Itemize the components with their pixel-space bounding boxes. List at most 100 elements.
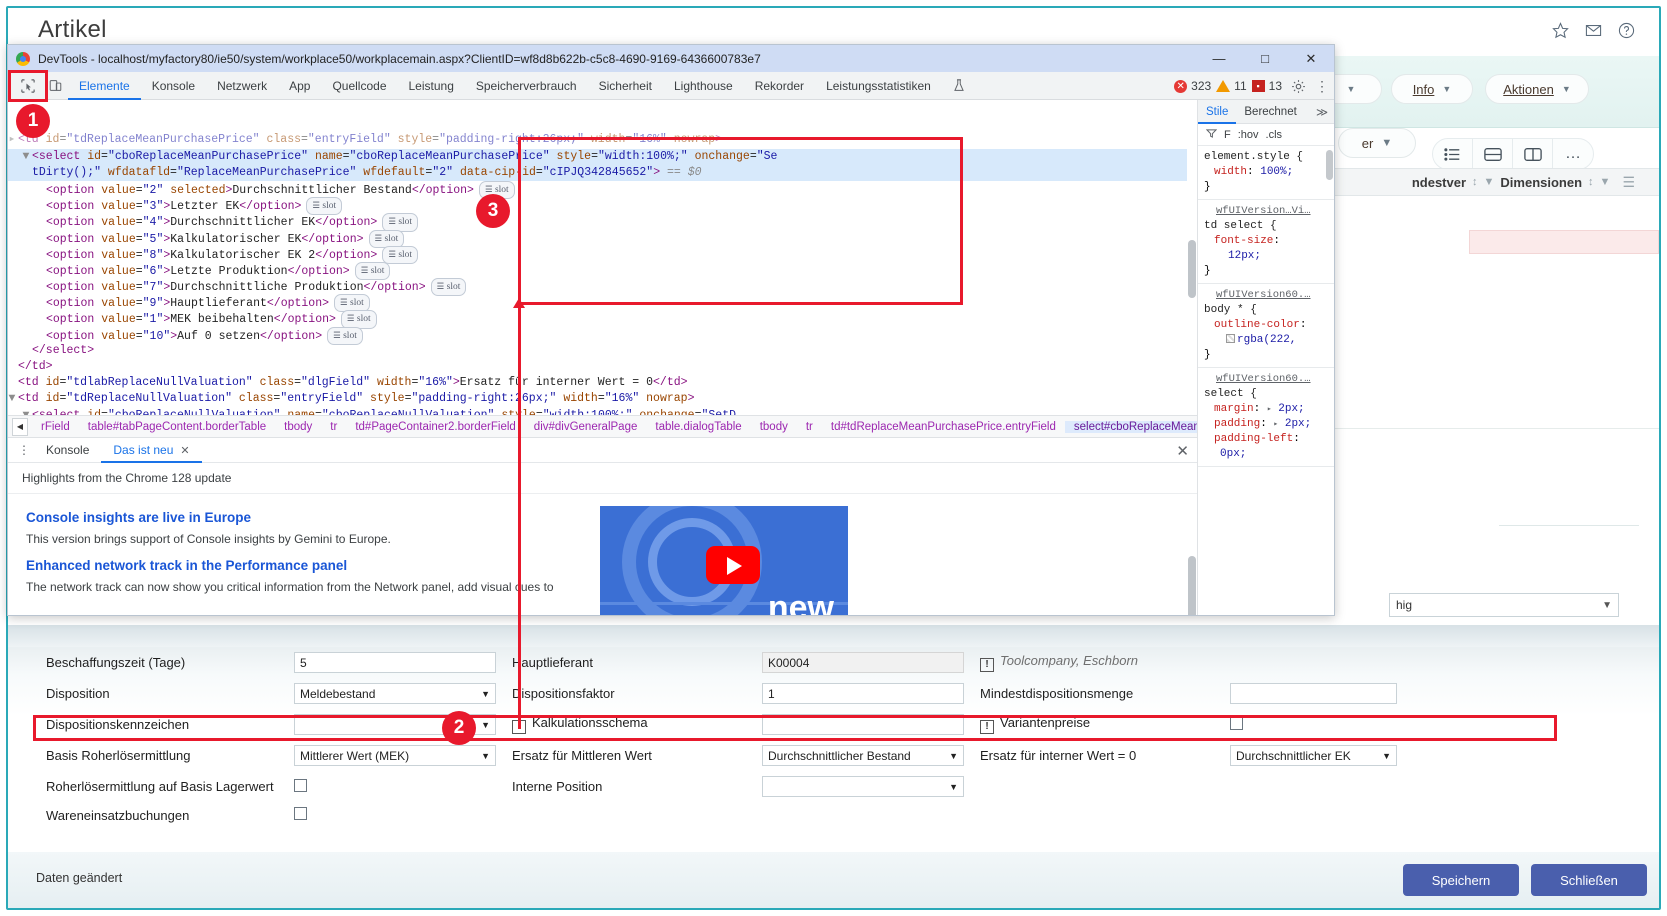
scrollbar-thumb[interactable]: [1326, 150, 1333, 180]
style-property-name[interactable]: margin: [1204, 403, 1254, 415]
input-kalkulationsschema[interactable]: [762, 714, 964, 735]
dom-option-line[interactable]: <option value="4">Durchschnittlicher EK<…: [8, 213, 1197, 229]
tab-berechnet[interactable]: Berechnet: [1236, 100, 1304, 124]
style-origin-link[interactable]: wfUIVersion60.…: [1204, 372, 1328, 387]
breadcrumb-item[interactable]: td#tdReplaceMeanPurchasePrice.entryField: [822, 421, 1065, 433]
dom-tree-line[interactable]: ▸<td id="tdReplaceMeanPurchasePrice" cla…: [8, 132, 1197, 148]
checkbox-roherloesermittlung-lagerwert[interactable]: [294, 779, 307, 792]
breadcrumb-item[interactable]: div#divGeneralPage: [525, 421, 647, 433]
save-button[interactable]: Speichern: [1403, 864, 1519, 896]
checkbox-wareneinsatzbuchungen[interactable]: [294, 807, 307, 820]
style-property-name[interactable]: padding: [1204, 418, 1260, 430]
style-origin-link[interactable]: wfUIVersion60.…: [1204, 288, 1328, 303]
dom-tree-line[interactable]: </td>: [8, 359, 1197, 375]
minimize-icon[interactable]: —: [1196, 45, 1242, 72]
drawer-menu-icon[interactable]: ⋮: [14, 443, 34, 457]
close-button[interactable]: Schließen: [1531, 864, 1647, 896]
error-count[interactable]: ✕323: [1174, 79, 1211, 93]
secondary-filter-dropdown[interactable]: er ▼: [1338, 128, 1416, 158]
tab-app[interactable]: App: [278, 72, 321, 100]
more-options-icon[interactable]: …: [1553, 138, 1593, 170]
expand-triangle-icon[interactable]: ▸: [1267, 405, 1272, 414]
tab-sicherheit[interactable]: Sicherheit: [588, 72, 663, 100]
disclosure-triangle-icon[interactable]: ▼: [20, 408, 32, 415]
tab-stile[interactable]: Stile: [1198, 100, 1236, 124]
filter-icon[interactable]: ▼: [1600, 176, 1611, 188]
select-ersatz-mittlerer-wert[interactable]: Durchschnittlicher Bestand▼: [762, 745, 964, 766]
play-button-icon[interactable]: [706, 546, 760, 584]
list-view-icon[interactable]: [1433, 138, 1473, 170]
select-ersatz-interner-wert[interactable]: Durchschnittlicher EK▼: [1230, 745, 1397, 766]
expand-triangle-icon[interactable]: ▸: [1273, 420, 1278, 429]
whats-new-video-thumbnail[interactable]: new: [600, 506, 848, 615]
tab-speicherverbrauch[interactable]: Speicherverbrauch: [465, 72, 588, 100]
breadcrumb-item[interactable]: td#PageContainer2.borderField: [346, 421, 524, 433]
dom-option-line[interactable]: <option value="5">Kalkulatorischer EK</o…: [8, 230, 1197, 246]
disclosure-triangle-icon[interactable]: ▸: [8, 132, 18, 148]
dom-option-line[interactable]: <option value="9">Hauptlieferant</option…: [8, 294, 1197, 310]
styles-scrollbar[interactable]: [1325, 146, 1334, 615]
split-horizontal-icon[interactable]: [1473, 138, 1513, 170]
breadcrumb-item[interactable]: tbody: [751, 421, 797, 433]
disclosure-triangle-icon[interactable]: ▼: [8, 391, 18, 407]
style-property-value[interactable]: 12px;: [1204, 250, 1261, 262]
close-icon[interactable]: ✕: [1288, 45, 1334, 72]
breadcrumb-item[interactable]: tr: [797, 421, 822, 433]
gear-icon[interactable]: [1287, 79, 1309, 94]
filter-icon[interactable]: ▼: [1484, 176, 1495, 188]
styles-more-icon[interactable]: ≫: [1316, 105, 1334, 119]
style-property-value[interactable]: rgba(222,: [1237, 334, 1296, 346]
dom-option-line[interactable]: <option value="3">Letzter EK</option>☰ s…: [8, 197, 1197, 213]
tab-lighthouse[interactable]: Lighthouse: [663, 72, 744, 100]
style-origin-link[interactable]: wfUIVersion…Vi…: [1204, 204, 1328, 219]
style-property-name[interactable]: font-size: [1204, 235, 1273, 247]
class-toggle[interactable]: .cls: [1266, 129, 1283, 141]
star-icon[interactable]: [1552, 22, 1569, 39]
scrollbar-thumb[interactable]: [1188, 240, 1196, 298]
mail-icon[interactable]: [1585, 22, 1602, 39]
tab-leistung[interactable]: Leistung: [398, 72, 465, 100]
dom-tree-line[interactable]: ▼<select id="cboReplaceMeanPurchasePrice…: [8, 149, 1197, 165]
info-badge-icon[interactable]: !: [512, 720, 526, 734]
style-property-name[interactable]: padding-left: [1204, 433, 1293, 445]
sort-icon[interactable]: ↕: [1588, 176, 1594, 188]
tab-konsole[interactable]: Konsole: [141, 72, 206, 100]
style-property-value[interactable]: 100%;: [1260, 166, 1293, 178]
info-badge-icon[interactable]: !: [980, 720, 994, 734]
breadcrumb-item[interactable]: table.dialogTable: [646, 421, 750, 433]
dom-tree-line[interactable]: ▼<td id="tdReplaceNullValuation" class="…: [8, 391, 1197, 407]
tab-leistungsstatistiken[interactable]: Leistungsstatistiken: [815, 72, 942, 100]
tab-elemente[interactable]: Elemente: [68, 72, 141, 100]
hover-state-toggle[interactable]: :hov: [1238, 129, 1259, 141]
column-header-dimensionen[interactable]: Dimensionen: [1500, 175, 1582, 190]
maximize-icon[interactable]: □: [1242, 45, 1288, 72]
drawer-tab-konsole[interactable]: Konsole: [34, 438, 101, 463]
help-icon[interactable]: [1618, 22, 1635, 39]
message-count[interactable]: ▪13: [1252, 79, 1282, 93]
style-property-name[interactable]: outline-color: [1204, 319, 1300, 331]
drawer-close-icon[interactable]: ✕: [1176, 442, 1189, 460]
style-property-value[interactable]: 2px;: [1285, 418, 1311, 430]
dom-option-line[interactable]: <option value="6">Letzte Produktion</opt…: [8, 262, 1197, 278]
dom-tree-pane[interactable]: ▸<td id="tdReplaceMeanPurchasePrice" cla…: [8, 100, 1197, 415]
disclosure-triangle-icon[interactable]: ▼: [20, 149, 32, 165]
breadcrumb-item[interactable]: rField: [32, 421, 79, 433]
style-property-value[interactable]: 0px;: [1204, 448, 1246, 460]
breadcrumb-item[interactable]: tr: [321, 421, 346, 433]
dom-option-line[interactable]: <option value="7">Durchschnittliche Prod…: [8, 278, 1197, 294]
input-beschaffungszeit[interactable]: [294, 652, 496, 673]
toolbar-pill-aktionen[interactable]: Aktionen ▼: [1485, 74, 1589, 104]
inspect-element-button[interactable]: [14, 74, 42, 98]
style-property-value[interactable]: 2px;: [1278, 403, 1304, 415]
device-toolbar-button[interactable]: [42, 74, 68, 98]
breadcrumb-item[interactable]: tbody: [275, 421, 321, 433]
dom-tree-line[interactable]: </select>: [8, 343, 1197, 359]
more-menu-icon[interactable]: ⋮: [1314, 78, 1330, 95]
split-vertical-icon[interactable]: [1513, 138, 1553, 170]
style-property-name[interactable]: width: [1204, 166, 1247, 178]
select-dispositionskennzeichen[interactable]: ▼: [294, 714, 496, 735]
tab-rekorder[interactable]: Rekorder: [744, 72, 815, 100]
input-hauptlieferant[interactable]: [762, 652, 964, 673]
checkbox-variantenpreise[interactable]: [1230, 717, 1243, 730]
breadcrumb-item[interactable]: table#tabPageContent.borderTable: [79, 421, 275, 433]
